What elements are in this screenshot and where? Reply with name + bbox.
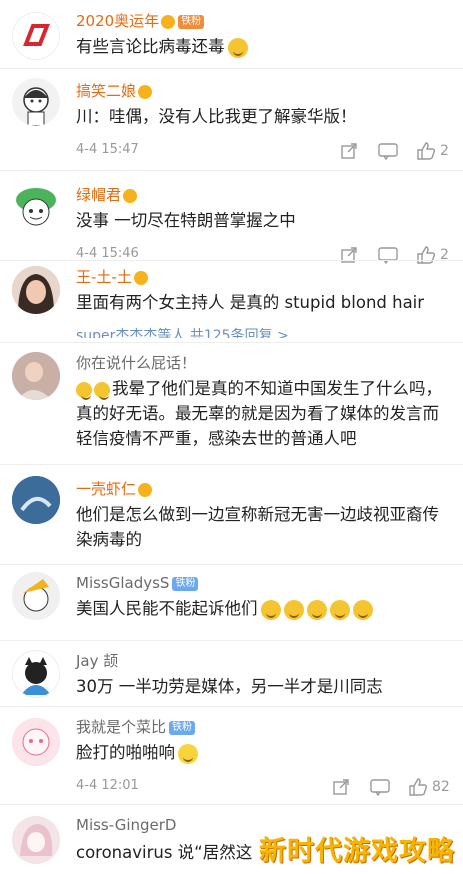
fan-badge: 铁粉 — [172, 576, 199, 591]
comment-author[interactable]: 搞笑二娘 — [76, 80, 153, 101]
avatar[interactable] — [12, 572, 60, 620]
cat-avatar-icon — [21, 657, 51, 695]
comment-item: 你在说什么屁话！ 我晕了他们是真的不知道中国发生了什么吗，真的好无语。最无辜的就… — [0, 344, 463, 464]
comment-author[interactable]: 你在说什么屁话！ — [76, 352, 196, 373]
reply-icon[interactable] — [370, 776, 390, 798]
thumbs-up-icon — [417, 142, 436, 160]
divider — [0, 68, 463, 69]
divider — [0, 804, 463, 805]
divider — [0, 564, 463, 565]
avatar[interactable] — [12, 12, 60, 60]
vip-crown-icon — [138, 84, 153, 99]
fan-badge: 铁粉 — [169, 720, 196, 735]
avatar[interactable] — [12, 718, 60, 766]
comment-item: 王-土-土 里面有两个女主持人 是真的 stupid blond hair su… — [0, 262, 463, 342]
comment-text: 川：哇偶，没有人比我更了解豪华版！ — [76, 107, 357, 126]
divider — [0, 706, 463, 707]
comment-author[interactable]: MissGladysS 铁粉 — [76, 574, 199, 592]
comment-text: 美国人民能不能起诉他们 — [76, 596, 449, 621]
like-button[interactable]: 82 — [408, 776, 450, 798]
photo-avatar-icon — [12, 476, 60, 524]
comment-item: 绿帽君 没事 一切尽在特朗普掌握之中 4-4 15:46 2 — [0, 172, 463, 264]
comment-meta: 4-4 15:47 2 — [76, 140, 449, 162]
divider — [0, 640, 463, 641]
cartoon-avatar-icon — [23, 87, 49, 126]
divider — [0, 464, 463, 465]
comment-text: 里面有两个女主持人 是真的 stupid blond hair — [76, 293, 425, 312]
laugh-emoji-icon — [227, 37, 248, 58]
comment-item: 我就是个菜比 铁粉 脸打的啪啪响 4-4 12:01 82 — [0, 708, 463, 804]
divider — [0, 342, 463, 343]
avatar[interactable] — [12, 78, 60, 126]
anime-avatar-icon — [12, 718, 60, 766]
smile-emoji-icon — [329, 599, 350, 620]
faint-emoji-icon — [94, 381, 110, 400]
avatar[interactable] — [12, 816, 60, 864]
share-icon[interactable] — [332, 776, 350, 798]
comment-author[interactable]: 2020奥运年 铁粉 — [76, 10, 205, 31]
thumbs-up-icon — [409, 778, 428, 796]
vip-crown-icon — [133, 270, 148, 285]
avatar[interactable] — [12, 650, 60, 698]
vip-crown-icon — [138, 482, 153, 497]
avatar[interactable] — [12, 266, 60, 314]
avatar[interactable] — [12, 352, 60, 400]
divider — [0, 170, 463, 171]
reply-icon[interactable] — [378, 140, 398, 162]
comment-item: 一壳虾仁 他们是怎么做到一边宣称新冠无害一边歧视亚裔传染病毒的 — [0, 466, 463, 564]
anime-avatar-icon — [12, 816, 60, 864]
comment-text: 他们是怎么做到一边宣称新冠无害一边歧视亚裔传染病毒的 — [76, 505, 439, 549]
avatar[interactable] — [12, 476, 60, 524]
photo-avatar-icon — [12, 266, 60, 314]
comment-time: 4-4 15:46 — [76, 246, 139, 261]
comment-text: 脸打的啪啪响 — [76, 740, 449, 765]
share-icon[interactable] — [340, 140, 358, 162]
comment-item: MissGladysS 铁粉 美国人民能不能起诉他们 — [0, 566, 463, 640]
comment-item: Jay 颉 30万 一半功劳是媒体，另一半才是川同志 — [0, 642, 463, 706]
smile-emoji-icon — [306, 599, 327, 620]
comment-meta: 4-4 12:01 82 — [76, 776, 450, 798]
comment-author[interactable]: Jay 颉 — [76, 650, 118, 671]
smile-emoji-icon — [352, 599, 373, 620]
smile-emoji-icon — [283, 599, 304, 620]
comment-text: 30万 一半功劳是媒体，另一半才是川同志 — [76, 677, 383, 696]
fan-badge: 铁粉 — [178, 14, 205, 29]
like-button[interactable]: 2 — [416, 140, 449, 162]
cartoon-avatar-icon — [13, 573, 59, 619]
comment-time: 4-4 12:01 — [76, 778, 139, 793]
comment-author[interactable]: 绿帽君 — [76, 184, 138, 205]
comment-text: 没事 一切尽在特朗普掌握之中 — [76, 211, 296, 230]
comment-text: 有些言论比病毒还毒 — [76, 34, 449, 59]
comment-item: 搞笑二娘 川：哇偶，没有人比我更了解豪华版！ 4-4 15:47 2 — [0, 70, 463, 170]
slap-emoji-icon — [178, 743, 198, 764]
avatar[interactable] — [12, 182, 60, 230]
comment-author[interactable]: Miss-GingerD — [76, 816, 176, 834]
comment-author[interactable]: 王-土-土 — [76, 266, 148, 287]
photo-avatar-icon — [12, 352, 60, 400]
comment-text: 我晕了他们是真的不知道中国发生了什么吗，真的好无语。最无辜的就是因为看了媒体的发… — [76, 379, 442, 448]
olympic-logo-icon — [23, 24, 50, 46]
vip-crown-icon — [123, 188, 138, 203]
comment-author[interactable]: 我就是个菜比 铁粉 — [76, 716, 196, 737]
comment-time: 4-4 15:47 — [76, 142, 139, 157]
green-hat-avatar-icon — [16, 188, 56, 226]
smile-emoji-icon — [260, 599, 281, 620]
divider — [0, 260, 463, 261]
watermark: 新时代游戏攻略 — [259, 836, 455, 867]
comment-author[interactable]: 一壳虾仁 — [76, 478, 153, 499]
view-replies-link[interactable]: super杰杰杰等人 共125条回复 > — [76, 326, 336, 338]
vip-crown-icon — [161, 14, 176, 29]
like-count: 2 — [440, 143, 449, 159]
faint-emoji-icon — [76, 381, 92, 400]
like-count: 82 — [432, 779, 450, 795]
